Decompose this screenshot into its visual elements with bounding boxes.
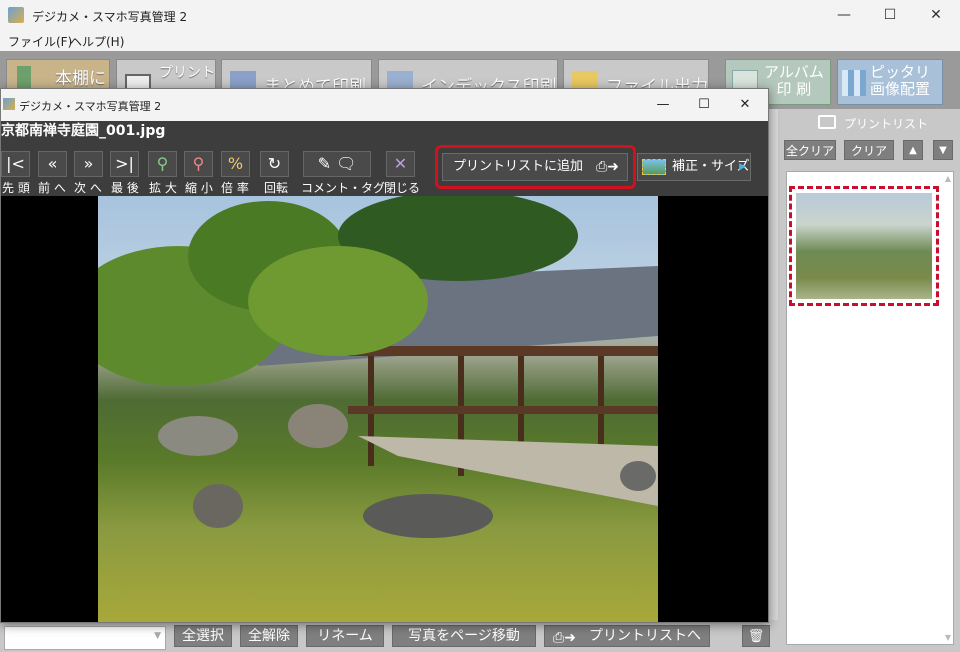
to-printlist-label: プリントリストへ	[589, 628, 701, 644]
thumbnail-image	[796, 193, 932, 299]
scroll-down-arrow[interactable]: ▼	[945, 633, 951, 642]
rotate-button[interactable]: ↻	[260, 151, 289, 177]
zoom-out-button[interactable]: ⚲	[184, 151, 213, 177]
viewer-close-button[interactable]: ✕	[722, 89, 768, 121]
selected-thumbnail[interactable]	[789, 186, 939, 306]
last-button[interactable]: >|	[110, 151, 139, 177]
dropdown[interactable]: ▼	[4, 626, 166, 650]
zoom-in-label: 拡 大	[149, 181, 177, 195]
viewer-app-icon	[3, 98, 15, 110]
fit-layout-icon	[842, 70, 866, 96]
viewer-minimize-button[interactable]: —	[640, 89, 686, 121]
close-button[interactable]: ✕	[913, 0, 959, 31]
print-label: プリント	[159, 65, 215, 81]
move-down-button[interactable]: ▼	[933, 140, 953, 160]
trash-icon: 🗑	[747, 629, 765, 644]
scroll-up-arrow[interactable]: ▲	[945, 174, 951, 183]
main-title-bar: デジカメ・スマホ写真管理 2 — ☐ ✕	[0, 0, 960, 31]
last-label: 最 後	[111, 181, 139, 195]
printlist-title: プリントリスト	[844, 117, 929, 131]
comment-tag-button[interactable]: ✎ 🗨	[303, 151, 371, 177]
menu-bar: ファイル(F) ヘルプ(H)	[0, 31, 960, 51]
clear-all-button[interactable]: 全クリア	[784, 140, 836, 160]
album-label-1: アルバム	[764, 63, 824, 81]
next-button[interactable]: »	[74, 151, 103, 177]
adjust-icon	[642, 159, 666, 175]
next-label: 次 へ	[74, 181, 102, 195]
ratio-button[interactable]: %	[221, 151, 250, 177]
chevron-down-icon: ▼	[154, 631, 161, 641]
viewer-filename: 京都南禅寺庭園_001.jpg	[1, 121, 768, 141]
adjust-size-label: 補正・サイズ	[672, 159, 750, 174]
shelf-label: 本棚に	[55, 69, 106, 89]
album-label-2: 印 刷	[776, 80, 812, 98]
prev-label: 前 へ	[38, 181, 66, 195]
printlist-panel: プリントリスト 全クリア クリア ▲ ▼ ▲ ▼	[778, 109, 960, 652]
viewer-title-bar: デジカメ・スマホ写真管理 2 — ☐ ✕	[1, 89, 768, 121]
zoom-in-button[interactable]: ⚲	[148, 151, 177, 177]
printlist-area[interactable]: ▲ ▼	[786, 171, 954, 645]
minimize-button[interactable]: —	[821, 0, 867, 31]
fit-layout-button[interactable]: ピッタリ 画像配置	[837, 59, 943, 105]
menu-help[interactable]: ヘルプ(H)	[70, 33, 124, 50]
to-printlist-button[interactable]: ⎙➜ プリントリストへ	[544, 625, 710, 647]
app-icon	[8, 7, 24, 23]
bottom-bar: ▼ 全選択 全解除 リネーム 写真をページ移動 ⎙➜ プリントリストへ 🗑	[0, 620, 778, 652]
rename-button[interactable]: リネーム	[306, 625, 384, 647]
printer-icon	[818, 115, 836, 129]
fit-label-1: ピッタリ	[870, 63, 931, 81]
select-all-button[interactable]: 全選択	[174, 625, 232, 647]
close-viewer-button[interactable]: ✕	[386, 151, 415, 177]
first-label: 先 頭	[2, 181, 30, 195]
chevron-right-icon: ▶	[739, 162, 746, 172]
zoom-out-label: 縮 小	[185, 181, 213, 195]
move-up-button[interactable]: ▲	[903, 140, 923, 160]
printer-arrow-icon: ⎙➜	[553, 630, 576, 646]
garden-photo-drawing	[98, 196, 658, 538]
fit-label-2: 画像配置	[870, 80, 931, 98]
photo-display-area	[1, 196, 768, 622]
move-page-button[interactable]: 写真をページ移動	[392, 625, 536, 647]
rotate-label: 回転	[264, 181, 289, 195]
close-viewer-label: 閉じる	[384, 181, 421, 195]
highlight-frame	[435, 145, 636, 189]
viewer-title: デジカメ・スマホ写真管理 2	[19, 100, 162, 113]
deselect-all-button[interactable]: 全解除	[240, 625, 298, 647]
garden-photo	[98, 196, 658, 622]
comment-tag-label: コメント・タグ	[301, 181, 386, 195]
trash-button[interactable]: 🗑	[742, 625, 770, 647]
prev-button[interactable]: «	[38, 151, 67, 177]
image-viewer-window: デジカメ・スマホ写真管理 2 — ☐ ✕ 京都南禅寺庭園_001.jpg |< …	[0, 88, 769, 623]
adjust-size-button[interactable]: 補正・サイズ ▶	[637, 153, 751, 181]
ratio-label: 倍 率	[221, 181, 249, 195]
menu-file[interactable]: ファイル(F)	[8, 33, 72, 50]
clear-button[interactable]: クリア	[844, 140, 894, 160]
maximize-button[interactable]: ☐	[867, 0, 913, 31]
first-button[interactable]: |<	[1, 151, 30, 177]
viewer-maximize-button[interactable]: ☐	[681, 89, 727, 121]
app-title: デジカメ・スマホ写真管理 2	[32, 10, 188, 24]
